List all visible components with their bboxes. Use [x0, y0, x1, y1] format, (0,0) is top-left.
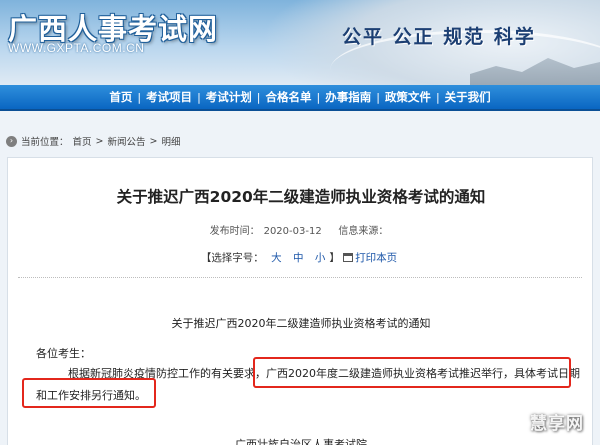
article-title: 关于推迟广西2020年二级建造师执业资格考试的通知 — [116, 188, 486, 206]
article-meta: 发布时间： 2020-03-12 信息来源： — [8, 222, 594, 237]
publish-label: 发布时间： — [209, 226, 260, 237]
nav-item-policy[interactable]: 政策文件 — [380, 89, 436, 105]
breadcrumb-separator: > — [95, 135, 104, 147]
issuing-organization: 广西壮族自治区人事考试院 — [235, 438, 367, 445]
font-bracket-open: 【 — [200, 252, 212, 264]
publish-date: 2020-03-12 — [263, 226, 322, 237]
nav-item-exam-plan[interactable]: 考试计划 — [201, 89, 257, 105]
nav-item-about[interactable]: 关于我们 — [440, 89, 496, 105]
print-button[interactable]: 打印本页 — [355, 252, 397, 264]
location-icon: › — [6, 135, 17, 147]
font-bracket-close: 】 — [329, 252, 340, 264]
nav-list: 首页 | 考试项目 | 考试计划 | 合格名单 | 办事指南 | 政策文件 | 关于我们 — [0, 85, 600, 109]
article-toolbar: 【选择字号： 大 中 小】 打印本页 — [8, 250, 594, 265]
main-nav: 首页 | 考试项目 | 考试计划 | 合格名单 | 办事指南 | 政策文件 | 关于我们 — [0, 85, 600, 111]
font-large-button[interactable]: 大 — [271, 252, 282, 264]
divider — [18, 277, 582, 278]
breadcrumb-separator: > — [149, 135, 158, 147]
source-label: 信息来源： — [338, 226, 389, 237]
breadcrumb-current: 明细 — [161, 137, 181, 148]
watermark-logo: 慧享网 — [530, 414, 584, 434]
font-medium-button[interactable]: 中 — [293, 252, 304, 264]
breadcrumb: › 当前位置： 首页 > 新闻公告 > 明细 — [6, 133, 181, 149]
breadcrumb-prefix: 当前位置： — [21, 137, 69, 148]
site-slogan: 公平 公正 规范 科学 — [342, 26, 536, 48]
article-body-heading: 关于推迟广西2020年二级建造师执业资格考试的通知 — [171, 317, 431, 330]
nav-item-qualified-list[interactable]: 合格名单 — [261, 89, 317, 105]
font-small-button[interactable]: 小 — [315, 252, 326, 264]
font-size-label: 选择字号： — [211, 252, 264, 264]
header-banner: 广西人事考试网 WWW.GXPTA.COM.CN 公平 公正 规范 科学 — [0, 0, 600, 85]
breadcrumb-home[interactable]: 首页 — [73, 134, 92, 148]
nav-item-home[interactable]: 首页 — [104, 89, 137, 105]
breadcrumb-news[interactable]: 新闻公告 — [108, 134, 146, 148]
nav-item-guide[interactable]: 办事指南 — [320, 89, 376, 105]
site-url: WWW.GXPTA.COM.CN — [8, 41, 145, 55]
article-panel: 关于推迟广西2020年二级建造师执业资格考试的通知 发布时间： 2020-03-1… — [7, 157, 593, 445]
paragraph-line-1: 根据新冠肺炎疫情防控工作的有关要求，广西2020年度二级建造师执业资格考试推迟举… — [68, 367, 580, 380]
nav-item-exam-projects[interactable]: 考试项目 — [141, 89, 197, 105]
article-greeting: 各位考生： — [36, 347, 91, 360]
print-icon[interactable] — [343, 253, 354, 262]
paragraph-line-2: 和工作安排另行通知。 — [36, 389, 146, 402]
